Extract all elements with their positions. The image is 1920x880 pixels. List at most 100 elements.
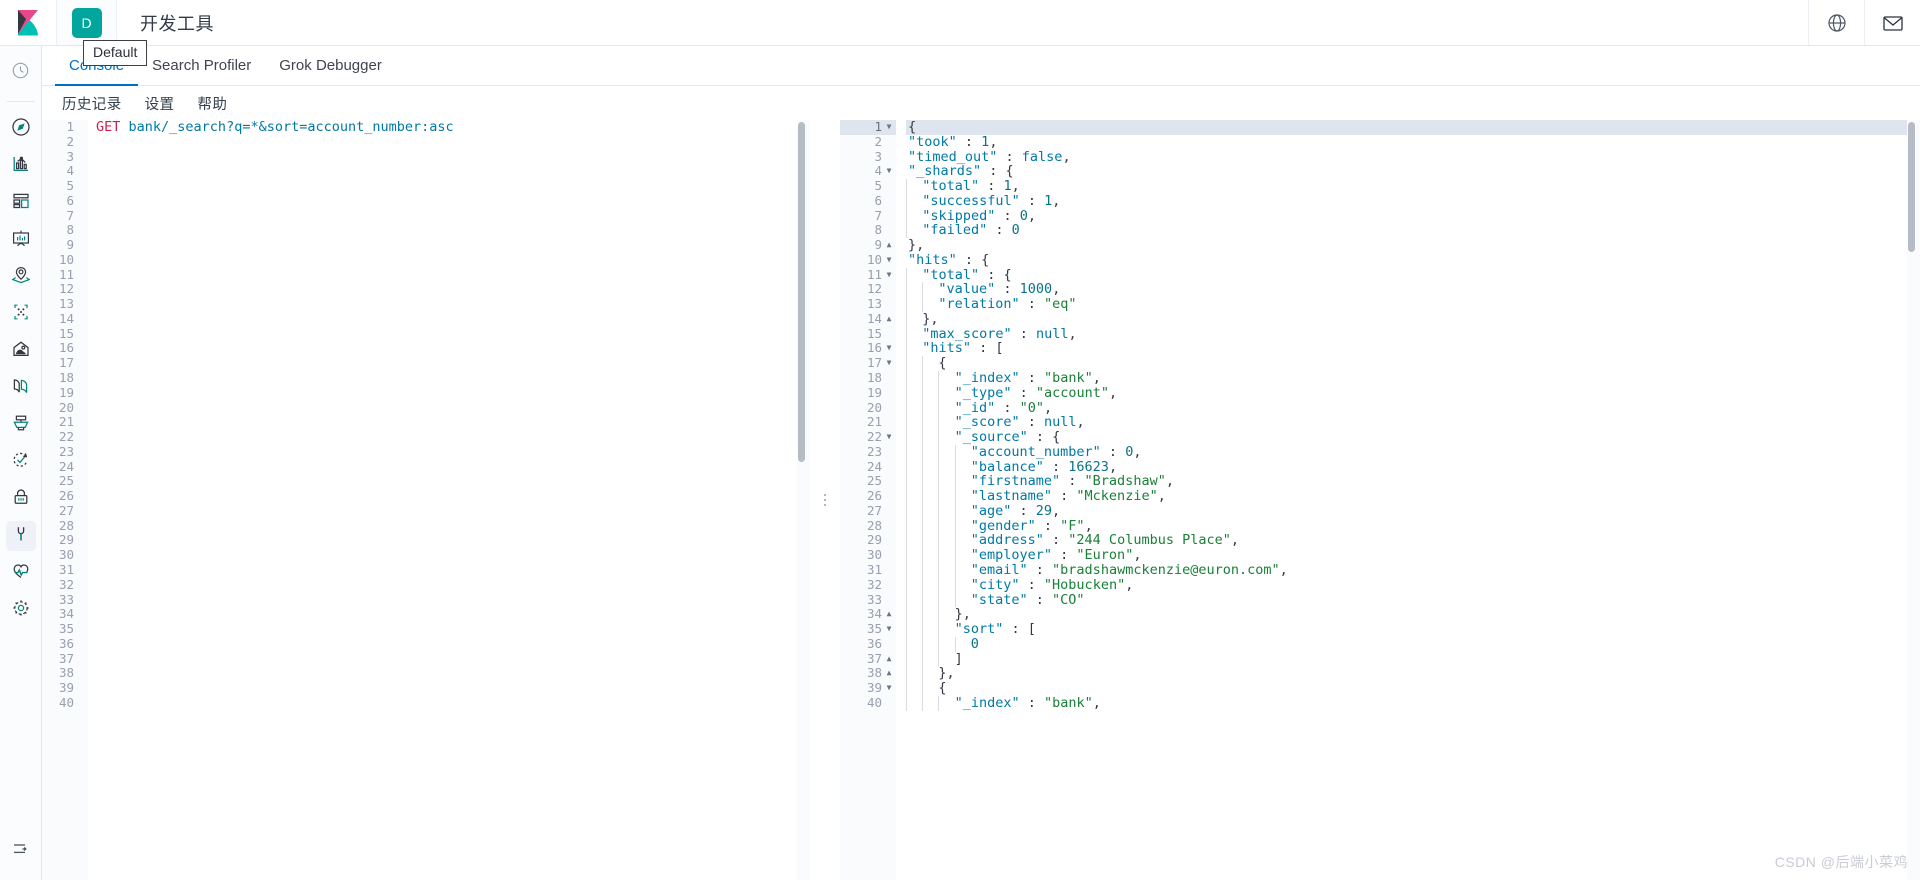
fold-up-icon[interactable]: ▲ bbox=[884, 666, 894, 681]
response-code-line[interactable]: }, bbox=[906, 238, 1920, 253]
sidebar-item-canvas[interactable] bbox=[6, 225, 36, 255]
response-code-line[interactable]: "sort" : [ bbox=[906, 622, 1920, 637]
response-code-line[interactable]: "failed" : 0 bbox=[906, 223, 1920, 239]
response-code-line[interactable]: "firstname" : "Bradshaw", bbox=[906, 474, 1920, 490]
request-scrollbar-thumb[interactable] bbox=[798, 122, 805, 462]
sidebar-item-dashboard[interactable] bbox=[6, 188, 36, 218]
request-code-line[interactable]: GET bank/_search?q=*&sort=account_number… bbox=[96, 120, 810, 135]
request-code-line[interactable] bbox=[96, 652, 810, 667]
response-code-line[interactable]: "lastname" : "Mckenzie", bbox=[906, 489, 1920, 504]
response-code-line[interactable]: "timed_out" : false, bbox=[906, 149, 1920, 165]
request-code-line[interactable] bbox=[96, 637, 810, 652]
request-code-line[interactable] bbox=[96, 696, 810, 711]
request-code-line[interactable] bbox=[96, 533, 810, 548]
response-code-line[interactable]: "state" : "CO" bbox=[906, 592, 1920, 608]
sidebar-item-machine-learning[interactable] bbox=[6, 299, 36, 329]
sidebar-item-maps[interactable] bbox=[6, 262, 36, 292]
request-code-line[interactable] bbox=[96, 681, 810, 696]
request-code-line[interactable] bbox=[96, 135, 810, 150]
request-code-line[interactable] bbox=[96, 666, 810, 681]
response-code-line[interactable]: "skipped" : 0, bbox=[906, 208, 1920, 224]
response-code-line[interactable]: "age" : 29, bbox=[906, 504, 1920, 519]
kibana-logo-icon[interactable] bbox=[0, 0, 57, 45]
request-code-line[interactable] bbox=[96, 282, 810, 297]
response-code-line[interactable]: "_type" : "account", bbox=[906, 385, 1920, 401]
request-code-area[interactable]: GET bank/_search?q=*&sort=account_number… bbox=[88, 120, 810, 880]
fold-up-icon[interactable]: ▲ bbox=[884, 238, 894, 253]
request-code-line[interactable] bbox=[96, 238, 810, 253]
request-code-line[interactable] bbox=[96, 253, 810, 268]
request-code-line[interactable] bbox=[96, 223, 810, 238]
fold-down-icon[interactable]: ▼ bbox=[884, 120, 894, 135]
sidebar-item-dev-tools[interactable] bbox=[5, 521, 36, 551]
request-code-line[interactable] bbox=[96, 268, 810, 283]
response-code-line[interactable]: { bbox=[906, 356, 1920, 372]
fold-down-icon[interactable]: ▼ bbox=[884, 430, 894, 445]
request-code-line[interactable] bbox=[96, 194, 810, 209]
sidebar-item-logs[interactable] bbox=[6, 373, 36, 403]
sidebar-item-visualize[interactable] bbox=[6, 151, 36, 181]
response-code-line[interactable]: "max_score" : null, bbox=[906, 326, 1920, 342]
request-editor[interactable]: 1 2 3 4 5 6 7 8 9 10 11 12 13 14 15 16 17 18 19 20 21 22 23 24 2… bbox=[42, 120, 810, 880]
submenu-item-help[interactable]: 帮助 bbox=[197, 93, 227, 114]
response-code-line[interactable]: "total" : { bbox=[906, 267, 1920, 283]
fold-up-icon[interactable]: ▲ bbox=[884, 652, 894, 667]
collapse-navigation-button[interactable] bbox=[6, 836, 36, 866]
request-code-line[interactable] bbox=[96, 401, 810, 416]
request-code-line[interactable] bbox=[96, 607, 810, 622]
fold-down-icon[interactable]: ▼ bbox=[884, 253, 894, 268]
response-code-line[interactable]: }, bbox=[906, 312, 1920, 327]
response-code-line[interactable]: "_index" : "bank", bbox=[906, 695, 1920, 711]
response-code-line[interactable]: "email" : "bradshawmckenzie@euron.com", bbox=[906, 563, 1920, 578]
panel-resize-handle[interactable] bbox=[810, 120, 840, 880]
request-code-line[interactable] bbox=[96, 563, 810, 578]
request-code-line[interactable] bbox=[96, 504, 810, 519]
response-code-line[interactable]: "account_number" : 0, bbox=[906, 444, 1920, 460]
mail-news-icon[interactable] bbox=[1864, 0, 1920, 45]
fold-up-icon[interactable]: ▲ bbox=[884, 312, 894, 327]
response-code-line[interactable]: "value" : 1000, bbox=[906, 282, 1920, 298]
submenu-item-settings[interactable]: 设置 bbox=[145, 93, 175, 114]
sidebar-item-recently-viewed[interactable] bbox=[6, 58, 36, 88]
fold-down-icon[interactable]: ▼ bbox=[884, 341, 894, 356]
submenu-item-history[interactable]: 历史记录 bbox=[62, 93, 122, 114]
request-code-line[interactable] bbox=[96, 430, 810, 445]
request-code-line[interactable] bbox=[96, 622, 810, 637]
request-code-line[interactable] bbox=[96, 474, 810, 489]
request-scrollbar-track[interactable] bbox=[797, 120, 810, 880]
response-code-line[interactable]: "_shards" : { bbox=[906, 164, 1920, 179]
response-scrollbar-thumb[interactable] bbox=[1908, 122, 1915, 252]
response-code-line[interactable]: "gender" : "F", bbox=[906, 518, 1920, 534]
sidebar-item-uptime[interactable] bbox=[6, 447, 36, 477]
request-code-line[interactable] bbox=[96, 297, 810, 312]
request-code-line[interactable] bbox=[96, 386, 810, 401]
response-code-line[interactable]: "hits" : { bbox=[906, 253, 1920, 268]
response-code-line[interactable]: ] bbox=[906, 651, 1920, 667]
request-code-line[interactable] bbox=[96, 371, 810, 386]
request-editor-panel[interactable]: 1 2 3 4 5 6 7 8 9 10 11 12 13 14 15 16 17 18 19 20 21 22 23 24 2… bbox=[42, 120, 810, 880]
response-code-line[interactable]: "_source" : { bbox=[906, 430, 1920, 445]
request-code-line[interactable] bbox=[96, 415, 810, 430]
tab-search-profiler[interactable]: Search Profiler bbox=[138, 47, 265, 86]
request-code-line[interactable] bbox=[96, 341, 810, 356]
request-code-line[interactable] bbox=[96, 578, 810, 593]
response-code-line[interactable]: "took" : 1, bbox=[906, 134, 1920, 150]
request-code-line[interactable] bbox=[96, 548, 810, 563]
response-code-line[interactable]: "address" : "244 Columbus Place", bbox=[906, 533, 1920, 549]
fold-down-icon[interactable]: ▼ bbox=[884, 681, 894, 696]
request-code-line[interactable] bbox=[96, 312, 810, 327]
response-code-line[interactable]: "employer" : "Euron", bbox=[906, 548, 1920, 563]
response-code-line[interactable]: "balance" : 16623, bbox=[906, 459, 1920, 475]
request-code-line[interactable] bbox=[96, 460, 810, 475]
response-scrollbar-track[interactable] bbox=[1907, 120, 1920, 880]
sidebar-item-siem[interactable] bbox=[6, 484, 36, 514]
request-code-line[interactable] bbox=[96, 164, 810, 179]
response-code-line[interactable]: { bbox=[906, 681, 1920, 696]
fold-down-icon[interactable]: ▼ bbox=[884, 268, 894, 283]
request-code-line[interactable] bbox=[96, 445, 810, 460]
response-code-line[interactable]: "relation" : "eq" bbox=[906, 297, 1920, 312]
sidebar-item-discover[interactable] bbox=[6, 114, 36, 144]
tab-grok-debugger[interactable]: Grok Debugger bbox=[265, 47, 396, 86]
request-code-line[interactable] bbox=[96, 150, 810, 165]
response-code-line[interactable]: "_id" : "0", bbox=[906, 400, 1920, 416]
